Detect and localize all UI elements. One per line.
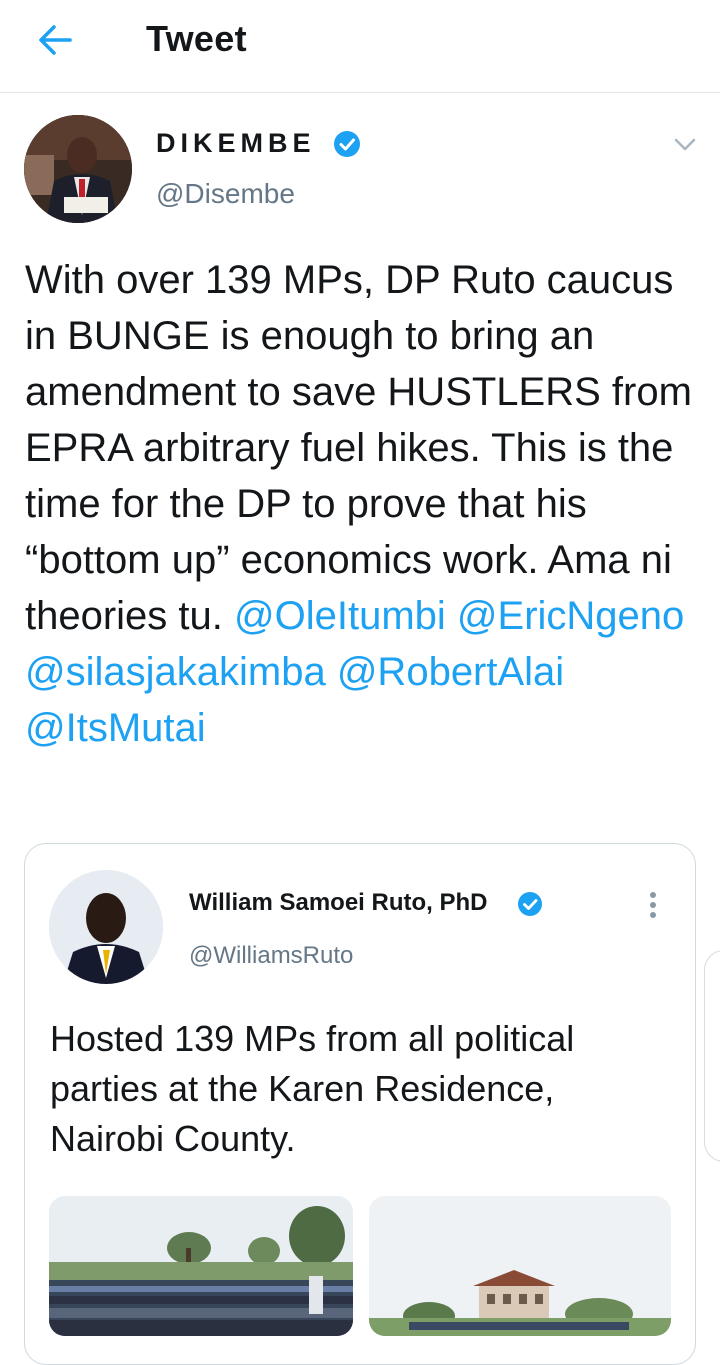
mention-link[interactable]: @RobertAlai [337, 650, 564, 694]
tweet-text-body: With over 139 MPs, DP Ruto caucus in BUN… [25, 258, 692, 638]
author-avatar[interactable] [24, 115, 132, 223]
quoted-photo-1[interactable] [49, 1196, 353, 1336]
avatar-photo [49, 870, 163, 984]
top-app-bar: Tweet [0, 0, 720, 93]
page-title: Tweet [146, 18, 247, 59]
back-button[interactable] [30, 18, 82, 62]
mention-link[interactable]: @OleItumbi [234, 594, 446, 638]
quoted-author-handle[interactable]: @WilliamsRuto [189, 942, 353, 970]
group-photo [49, 1196, 353, 1336]
mention-link[interactable]: @EricNgeno [457, 594, 684, 638]
arrow-left-icon [39, 25, 72, 55]
verified-badge-icon [334, 131, 360, 157]
edge-panel-handle[interactable] [704, 950, 720, 1162]
author-display-name[interactable]: DIKEMBE [156, 128, 316, 159]
chevron-down-icon[interactable] [672, 134, 698, 156]
tweet-text: With over 139 MPs, DP Ruto caucus in BUN… [25, 252, 705, 756]
more-options-icon[interactable] [647, 890, 659, 920]
author-handle[interactable]: @Disembe [156, 178, 295, 210]
quoted-author-display-name[interactable]: William Samoei Ruto, PhD [189, 889, 488, 917]
quoted-tweet-card[interactable]: William Samoei Ruto, PhD @WilliamsRuto H… [24, 843, 696, 1365]
quoted-photo-2[interactable] [369, 1196, 671, 1336]
quoted-tweet-text: Hosted 139 MPs from all political partie… [50, 1018, 575, 1159]
mention-link[interactable]: @silasjakakimba [25, 650, 326, 694]
quoted-author-avatar[interactable] [49, 870, 163, 984]
residence-photo [369, 1196, 671, 1336]
mention-link[interactable]: @ItsMutai [25, 706, 206, 750]
avatar-photo [24, 115, 132, 223]
verified-badge-icon [518, 892, 542, 916]
